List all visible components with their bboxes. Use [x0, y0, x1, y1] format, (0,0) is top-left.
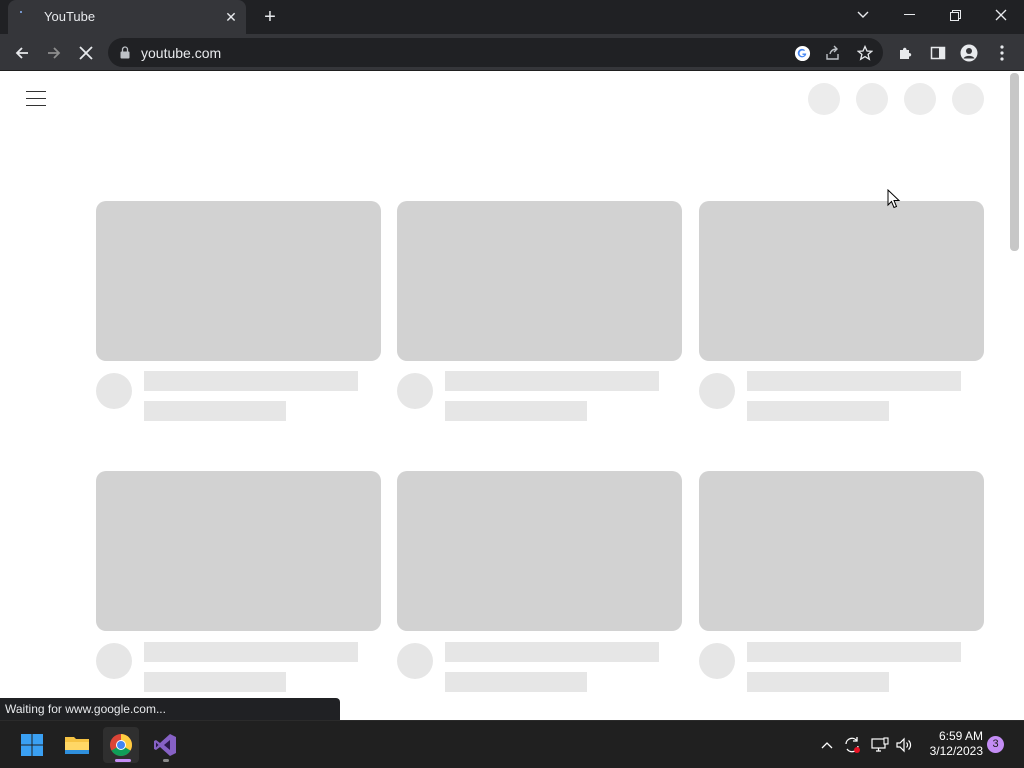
title-placeholder — [747, 371, 961, 391]
folder-icon — [65, 737, 89, 754]
sync-status-button[interactable] — [842, 733, 862, 757]
visual-studio-icon — [154, 734, 176, 756]
google-lens-button[interactable] — [791, 42, 813, 64]
avatar-placeholder — [952, 83, 984, 115]
channel-avatar-placeholder — [699, 373, 735, 409]
tab-youtube[interactable]: YouTube ✕ — [8, 0, 246, 34]
profile-button[interactable] — [955, 39, 983, 67]
chevron-down-icon — [857, 11, 869, 18]
share-icon — [826, 45, 839, 60]
thumbnail-placeholder — [699, 201, 984, 361]
side-panel-button[interactable] — [924, 39, 952, 67]
network-icon — [871, 737, 889, 752]
windows-logo-icon — [21, 734, 43, 756]
header-button-placeholder — [856, 83, 888, 115]
chrome-menu-button[interactable] — [988, 39, 1016, 67]
forward-button[interactable] — [40, 39, 68, 67]
star-icon — [857, 45, 873, 61]
meta-placeholder — [445, 672, 587, 692]
channel-avatar-placeholder — [96, 643, 132, 679]
mouse-cursor-icon — [887, 189, 901, 209]
sync-icon — [845, 737, 860, 753]
loading-favicon-icon — [20, 11, 32, 23]
taskbar-file-explorer[interactable] — [59, 727, 95, 763]
thumbnail-placeholder — [96, 471, 381, 631]
channel-avatar-placeholder — [397, 373, 433, 409]
title-placeholder — [445, 371, 659, 391]
show-hidden-icons-button[interactable] — [817, 733, 837, 757]
back-button[interactable] — [8, 39, 36, 67]
clock-date: 3/12/2023 — [929, 744, 983, 758]
page-viewport — [0, 71, 1024, 720]
more-vert-icon — [1000, 45, 1004, 61]
meta-placeholder — [144, 401, 286, 421]
thumbnail-placeholder — [699, 471, 984, 631]
minimize-icon — [903, 14, 915, 15]
thumbnail-placeholder — [397, 201, 682, 361]
taskbar-visual-studio[interactable] — [147, 727, 183, 763]
bookmark-button[interactable] — [854, 42, 876, 64]
chrome-icon — [110, 734, 132, 756]
arrow-left-icon — [15, 47, 28, 59]
lock-icon[interactable] — [120, 46, 130, 59]
meta-placeholder — [445, 401, 587, 421]
running-indicator — [163, 759, 169, 762]
puzzle-icon — [900, 47, 912, 59]
chevron-up-icon — [821, 742, 833, 749]
volume-button[interactable] — [894, 733, 914, 757]
title-placeholder — [445, 642, 659, 662]
url-text[interactable]: youtube.com — [141, 45, 221, 61]
notification-badge[interactable]: 3 — [987, 736, 1004, 753]
close-window-button[interactable] — [978, 0, 1024, 30]
meta-placeholder — [747, 401, 889, 421]
page-scrollbar[interactable] — [1010, 73, 1019, 251]
clock-time: 6:59 AM — [938, 729, 983, 743]
active-indicator — [115, 759, 131, 762]
new-tab-button[interactable]: + — [258, 5, 282, 29]
google-g-icon — [794, 45, 810, 61]
tab-search-button[interactable] — [840, 0, 886, 30]
taskbar-chrome[interactable] — [103, 727, 139, 763]
start-button[interactable] — [14, 727, 50, 763]
windows-taskbar: 6:59 AM 3/12/2023 3 — [0, 720, 1024, 768]
thumbnail-placeholder — [96, 201, 381, 361]
menu-icon[interactable] — [26, 91, 46, 107]
stop-loading-button[interactable] — [72, 39, 100, 67]
header-button-placeholder — [904, 83, 936, 115]
channel-avatar-placeholder — [699, 643, 735, 679]
channel-avatar-placeholder — [96, 373, 132, 409]
side-panel-icon — [930, 46, 946, 60]
address-bar[interactable]: youtube.com — [108, 38, 883, 67]
stop-icon — [79, 46, 93, 60]
title-placeholder — [747, 642, 961, 662]
close-icon — [995, 9, 1007, 21]
minimize-button[interactable] — [886, 0, 932, 30]
thumbnail-placeholder — [397, 471, 682, 631]
restore-button[interactable] — [932, 0, 978, 30]
channel-avatar-placeholder — [397, 643, 433, 679]
close-icon[interactable]: ✕ — [222, 8, 240, 26]
speaker-icon — [896, 737, 912, 753]
extensions-button[interactable] — [892, 39, 920, 67]
header-button-placeholder — [808, 83, 840, 115]
restore-icon — [949, 9, 961, 21]
title-placeholder — [144, 642, 358, 662]
title-placeholder — [144, 371, 358, 391]
tab-title: YouTube — [44, 9, 96, 24]
taskbar-clock[interactable]: 6:59 AM 3/12/2023 — [915, 729, 983, 759]
tab-strip: YouTube ✕ + — [0, 0, 1024, 34]
network-button[interactable] — [870, 733, 890, 757]
profile-icon — [960, 44, 978, 62]
share-button[interactable] — [822, 42, 844, 64]
status-text: Waiting for www.google.com... — [5, 702, 166, 716]
meta-placeholder — [144, 672, 286, 692]
browser-toolbar: youtube.com — [0, 34, 1024, 71]
arrow-right-icon — [48, 47, 61, 59]
status-bubble: Waiting for www.google.com... — [0, 698, 340, 720]
meta-placeholder — [747, 672, 889, 692]
